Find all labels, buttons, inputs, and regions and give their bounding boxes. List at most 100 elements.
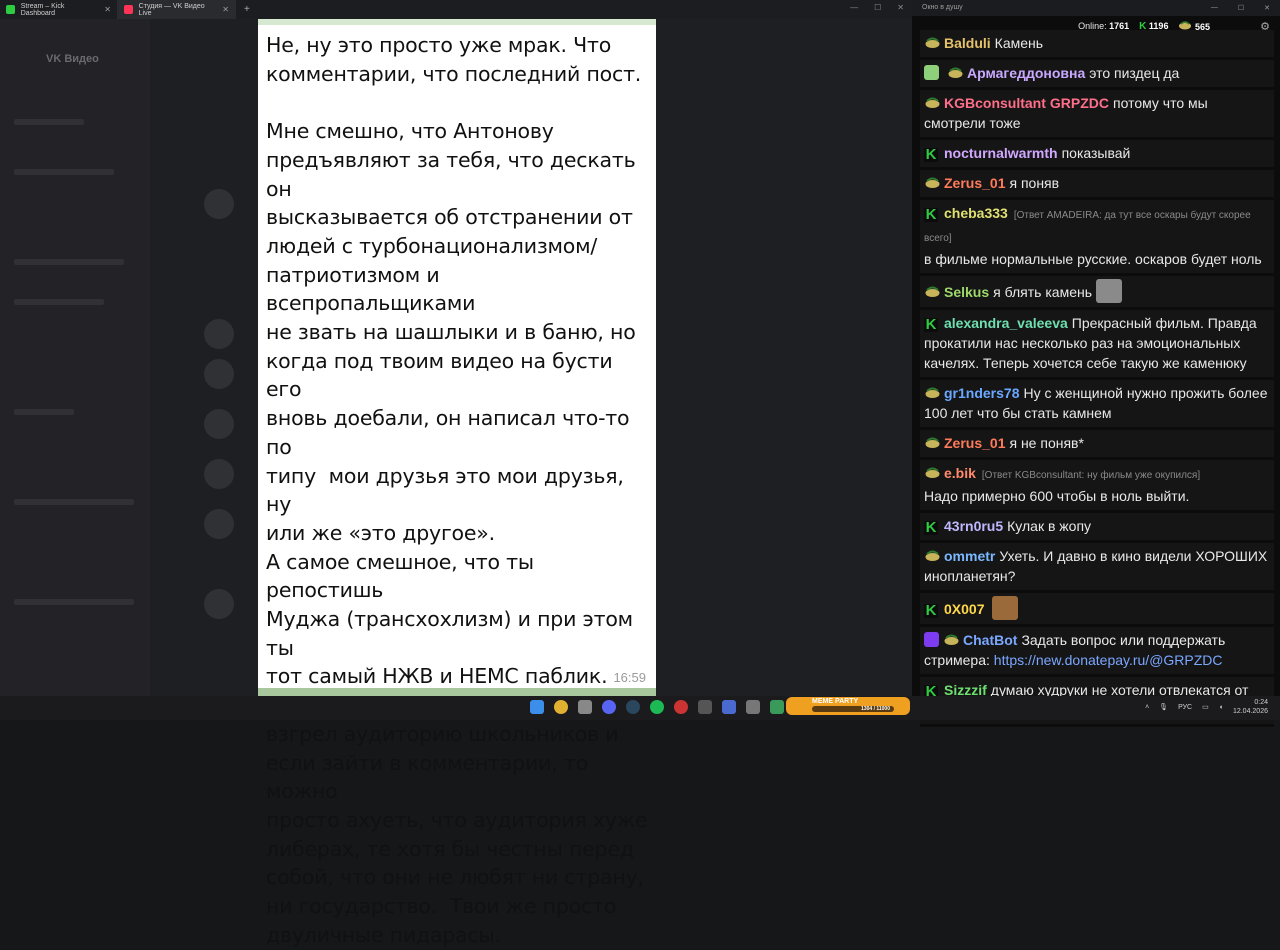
chat-username[interactable]: alexandra_valeeva [944, 315, 1068, 331]
background-line [14, 259, 124, 265]
kick-icon [6, 5, 15, 14]
close-icon[interactable]: ✕ [104, 5, 111, 14]
avatar [204, 409, 234, 439]
kick-icon: K [924, 206, 938, 223]
chat-username[interactable]: 0X007 [944, 601, 984, 617]
volume-icon[interactable]: ◖ [1219, 704, 1223, 711]
window-controls: — ☐ ✕ [850, 3, 904, 12]
message-footer-bar [258, 688, 656, 696]
chat-message: ChatBot Задать вопрос или поддержать стри… [920, 627, 1274, 677]
chip-icon [925, 467, 940, 478]
chevron-up-icon[interactable]: ˄ [1145, 704, 1149, 711]
app-icon[interactable] [698, 700, 712, 714]
close-icon[interactable]: ✕ [222, 5, 229, 14]
chip-icon [925, 550, 940, 561]
avatar [204, 189, 234, 219]
message-screenshot: Не, ну это просто уже мрак. Что коммента… [258, 19, 656, 947]
minimize-icon[interactable]: — [1211, 4, 1218, 16]
chat-username[interactable]: ChatBot [963, 632, 1017, 648]
browser-tab-bar: Stream – Kick Dashboard ✕ Студия — VK Ви… [0, 0, 912, 19]
chat-text: Кулак в жопу [1007, 518, 1092, 534]
chat-message: Knocturnalwarmth показывай [920, 140, 1274, 170]
steam-icon[interactable] [626, 700, 640, 714]
chat-username[interactable]: Zerus_01 [944, 435, 1005, 451]
chip-icon [944, 634, 959, 645]
chat-message-list: Balduli Камень Армагеддоновна это пиздец да… [912, 30, 1280, 727]
chip-icon [925, 437, 940, 448]
network-icon[interactable]: ▭ [1202, 703, 1209, 711]
meme-party-widget: MEME PARTY 1304 / 11000 [786, 697, 910, 715]
chat-username[interactable]: ommetr [944, 548, 995, 564]
maximize-icon[interactable]: ☐ [1238, 4, 1244, 16]
donate-link[interactable]: https://new.donatepay.ru/@GRPZDC [994, 652, 1223, 668]
app-icon[interactable] [674, 700, 688, 714]
chrome-icon[interactable] [554, 700, 568, 714]
chat-message: Balduli Камень [920, 30, 1274, 60]
chat-text: показывай [1061, 145, 1131, 161]
clock[interactable]: 0:24 12.04.2026 [1233, 698, 1268, 716]
chat-username[interactable]: Selkus [944, 284, 989, 300]
chat-text: Камень [994, 35, 1044, 51]
chat-reply-quote: [Ответ KGBconsultant: ну фильм уже окупи… [981, 470, 1201, 481]
app-icon[interactable] [578, 700, 592, 714]
chat-window: Окно в душу — ☐ ✕ Online: 1761 K 1196 565 … [912, 0, 1280, 727]
chat-message: gr1nders78 Ну с женщиной нужно прожить бо… [920, 380, 1274, 430]
chip-icon [925, 97, 940, 108]
chat-username[interactable]: nocturnalwarmth [944, 145, 1058, 161]
meme-party-label: MEME PARTY [812, 698, 859, 705]
taskbar: ˄ 🎙 РУС ▭ ◖ 0:24 12.04.2026 [0, 696, 1280, 720]
chat-username[interactable]: 43rn0ru5 [944, 518, 1003, 534]
maximize-icon[interactable]: ☐ [874, 3, 881, 12]
chat-message: e.bik [Ответ KGBconsultant: ну фильм уже … [920, 460, 1274, 513]
vk-icon [124, 5, 133, 14]
background-line [14, 499, 134, 505]
chat-message: Selkus я блять камень [920, 276, 1274, 310]
app-icon[interactable] [770, 700, 784, 714]
background-line [14, 599, 134, 605]
chat-message: KGBconsultant GRPZDC потому что мы смотрел… [920, 90, 1274, 140]
close-window-icon[interactable]: ✕ [897, 3, 904, 12]
chat-mention[interactable]: GRPZDC [1050, 95, 1109, 111]
tab-label: Stream – Kick Dashboard [20, 2, 65, 17]
taskbar-apps [530, 700, 808, 714]
avatar [204, 589, 234, 619]
system-tray: ˄ 🎙 РУС ▭ ◖ 0:24 12.04.2026 [1145, 698, 1268, 716]
tab-kick-dashboard[interactable]: Stream – Kick Dashboard ✕ [0, 0, 118, 19]
chip-icon [925, 177, 940, 188]
chat-message: Kalexandra_valeeva Прекрасный фильм. Прав… [920, 310, 1274, 380]
chat-username[interactable]: Армагеддоновна [967, 65, 1085, 81]
chat-username[interactable]: cheba333 [944, 205, 1008, 221]
chat-message: Армагеддоновна это пиздец да [920, 60, 1274, 90]
chat-message: Zerus_01 я поняв [920, 170, 1274, 200]
new-tab-button[interactable]: + [236, 4, 258, 15]
tab-vk-studio[interactable]: Студия — VK Видео Live ✕ [118, 0, 236, 19]
app-icon[interactable] [722, 700, 736, 714]
background-line [14, 299, 104, 305]
spotify-icon[interactable] [650, 700, 664, 714]
avatar [204, 509, 234, 539]
discord-icon[interactable] [602, 700, 616, 714]
chat-username[interactable]: gr1nders78 [944, 385, 1019, 401]
chat-message: K 43rn0ru5 Кулак в жопу [920, 513, 1274, 543]
close-icon[interactable]: ✕ [1264, 4, 1270, 16]
chat-message: K 0X007 [920, 593, 1274, 627]
avatar [204, 319, 234, 349]
emote-image [1096, 279, 1123, 303]
chat-username[interactable]: e.bik [944, 465, 976, 481]
windows-start-icon[interactable] [530, 700, 544, 714]
chat-username[interactable]: Balduli [944, 35, 991, 51]
chip-icon [925, 37, 940, 48]
bot-icon [924, 632, 939, 647]
app-icon[interactable] [746, 700, 760, 714]
chat-username[interactable]: Zerus_01 [944, 175, 1005, 191]
chat-username[interactable]: KGBconsultant [944, 95, 1046, 111]
chat-window-titlebar: Окно в душу — ☐ ✕ [912, 0, 1280, 16]
background-line [14, 119, 84, 125]
microphone-icon[interactable]: 🎙 [1159, 703, 1168, 711]
chip-icon [1179, 20, 1192, 29]
chat-message: Zerus_01 я не поняв* [920, 430, 1274, 460]
chat-text: я поняв [1009, 175, 1060, 191]
minimize-icon[interactable]: — [850, 3, 858, 12]
language-indicator[interactable]: РУС [1178, 704, 1192, 711]
chat-window-title: Окно в душу [922, 4, 963, 11]
